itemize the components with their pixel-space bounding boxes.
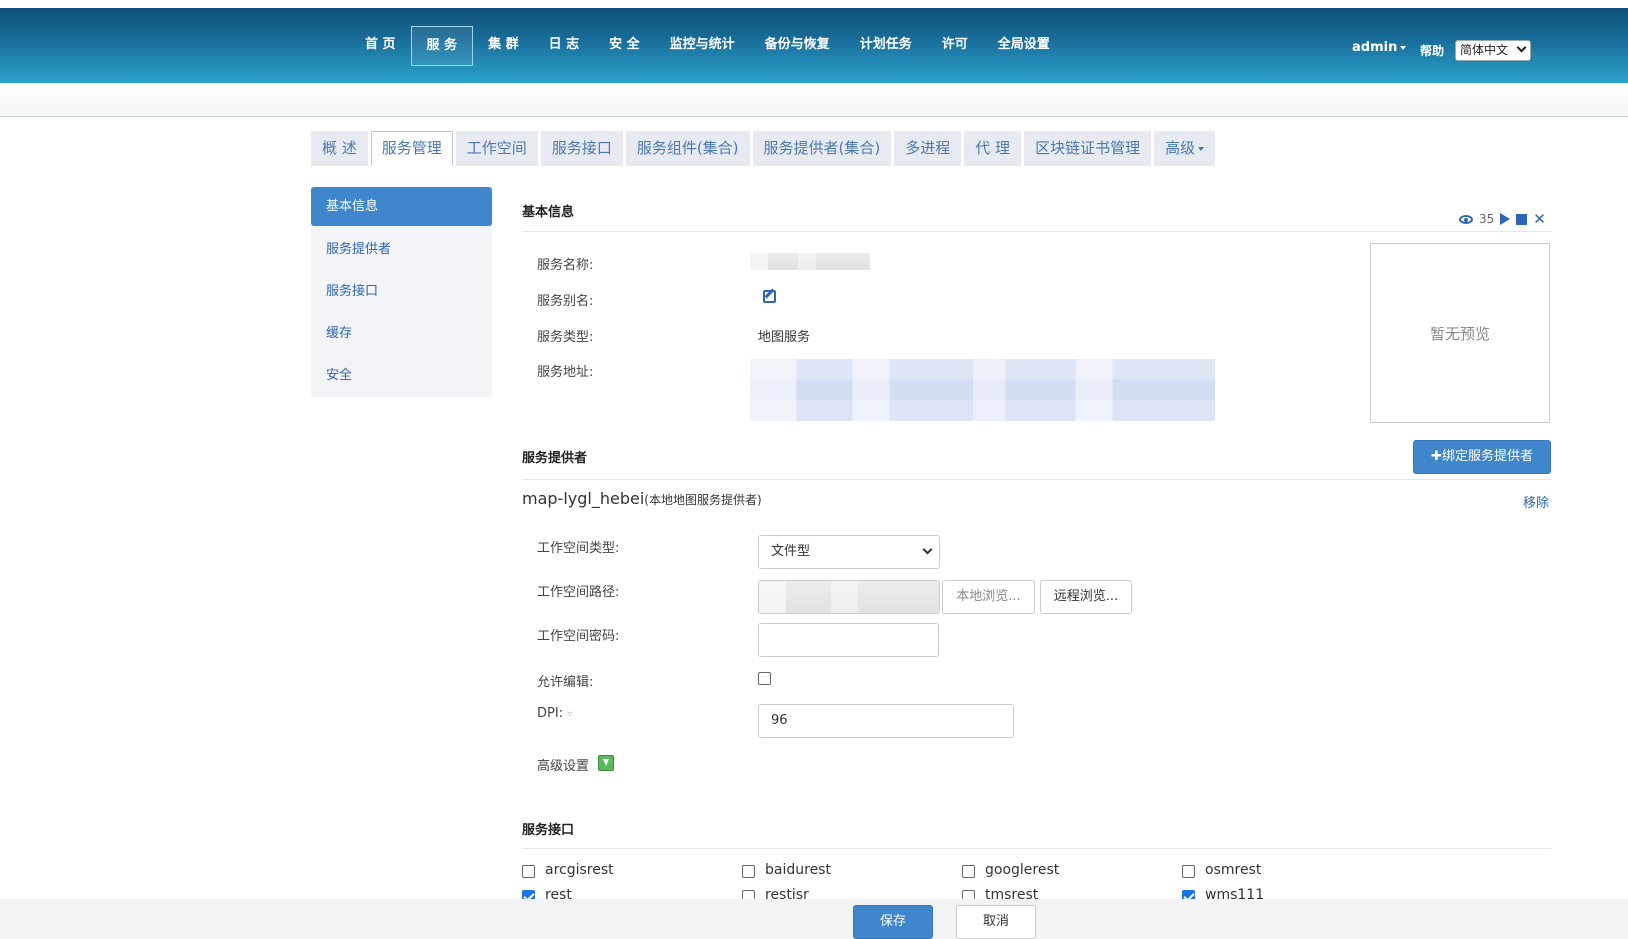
caret-down-icon xyxy=(1400,45,1407,50)
allow-edit-label: 允许编辑: xyxy=(537,675,594,690)
basic-info-title: 基本信息 xyxy=(522,205,575,220)
nav-monitoring[interactable]: 监控与统计 xyxy=(655,26,750,66)
interface-checkbox-osmrest[interactable] xyxy=(1182,865,1195,878)
workspace-path-value xyxy=(759,581,939,613)
workspace-password-label: 工作空间密码: xyxy=(537,629,620,644)
nav-cluster[interactable]: 集 群 xyxy=(473,26,534,66)
service-type-label: 服务类型: xyxy=(537,330,594,345)
workspace-type-value: 文件型 xyxy=(771,544,811,559)
tab-service-components[interactable]: 服务组件(集合) xyxy=(625,131,750,166)
user-menu[interactable]: admin xyxy=(1352,40,1407,55)
dpi-dropdown-icon[interactable]: ▿ xyxy=(567,709,572,720)
allow-edit-checkbox[interactable] xyxy=(758,672,771,685)
provider-title: 服务提供者 xyxy=(522,451,588,466)
sidebar: 基本信息 服务提供者 服务接口 缓存 安全 xyxy=(311,187,492,397)
tab-advanced-label: 高级 xyxy=(1165,139,1196,157)
dpi-label-text: DPI: xyxy=(537,706,564,721)
stop-icon[interactable] xyxy=(1516,213,1528,225)
tab-blockchain-certs[interactable]: 区块链证书管理 xyxy=(1024,131,1152,166)
nav-global-settings[interactable]: 全局设置 xyxy=(983,26,1065,66)
workspace-password-input[interactable] xyxy=(758,623,939,657)
workspace-path-label: 工作空间路径: xyxy=(537,585,620,600)
top-strip xyxy=(0,0,1628,8)
chevron-down-icon xyxy=(922,544,933,555)
tab-multi-process[interactable]: 多进程 xyxy=(894,131,962,166)
nav-backup[interactable]: 备份与恢复 xyxy=(750,26,845,66)
tab-workspace[interactable]: 工作空间 xyxy=(455,131,538,166)
nav-logs[interactable]: 日 志 xyxy=(534,26,595,66)
nav-scheduled-tasks[interactable]: 计划任务 xyxy=(845,26,927,66)
provider-name: map-lygl_hebei xyxy=(522,489,645,508)
local-browse-button[interactable]: 本地浏览... xyxy=(942,580,1035,614)
close-icon[interactable]: ✕ xyxy=(1533,212,1546,227)
tab-overview[interactable]: 概 述 xyxy=(311,131,368,166)
interface-checkbox-baidurest[interactable] xyxy=(742,865,755,878)
caret-down-icon xyxy=(1198,146,1205,151)
advanced-settings-label[interactable]: 高级设置 xyxy=(537,755,589,774)
preview-empty-text: 暂无预览 xyxy=(1429,324,1490,343)
workspace-type-label: 工作空间类型: xyxy=(537,541,620,556)
service-address-label: 服务地址: xyxy=(537,365,594,380)
service-type-value: 地图服务 xyxy=(758,330,811,345)
chevron-down-icon xyxy=(1516,42,1527,53)
divider xyxy=(522,848,1551,849)
tab-service-management[interactable]: 服务管理 xyxy=(370,131,453,166)
cancel-button[interactable]: 取消 xyxy=(956,905,1036,939)
service-alias-label: 服务别名: xyxy=(537,294,594,309)
sidebar-item-interfaces[interactable]: 服务接口 xyxy=(311,271,492,313)
sidebar-item-cache[interactable]: 缓存 xyxy=(311,313,492,355)
dpi-label: DPI: ▿ xyxy=(537,706,572,721)
map-preview: 暂无预览 xyxy=(1370,243,1550,423)
provider-name-row: map-lygl_hebei(本地地图服务提供者) xyxy=(522,489,762,508)
footer-bar xyxy=(0,899,1628,939)
workspace-path-input[interactable] xyxy=(758,580,940,614)
provider-kind: (本地地图服务提供者) xyxy=(644,493,762,507)
remove-provider-link[interactable]: 移除 xyxy=(1523,492,1549,511)
language-value: 简体中文 xyxy=(1460,43,1509,57)
nav-license[interactable]: 许可 xyxy=(927,26,983,66)
eye-icon xyxy=(1459,214,1473,224)
main-nav: 首 页 服 务 集 群 日 志 安 全 监控与统计 备份与恢复 计划任务 许可 … xyxy=(350,26,1065,66)
edit-icon[interactable] xyxy=(763,290,776,303)
sidebar-item-basic-info[interactable]: 基本信息 xyxy=(311,187,492,226)
divider xyxy=(522,479,1551,480)
language-select[interactable]: 简体中文 xyxy=(1455,40,1531,61)
interface-checkbox-googlerest[interactable] xyxy=(962,865,975,878)
sidebar-item-security[interactable]: 安全 xyxy=(311,355,492,397)
interfaces-title: 服务接口 xyxy=(522,823,575,838)
interface-checkbox-arcgisrest[interactable] xyxy=(522,865,535,878)
download-icon[interactable] xyxy=(598,755,614,771)
nav-services[interactable]: 服 务 xyxy=(410,26,474,66)
header-bar: 首 页 服 务 集 群 日 志 安 全 监控与统计 备份与恢复 计划任务 许可 … xyxy=(0,8,1628,83)
user-name: admin xyxy=(1352,40,1398,55)
service-name-value xyxy=(750,253,870,270)
nav-security[interactable]: 安 全 xyxy=(594,26,655,66)
service-address-value[interactable] xyxy=(750,359,1215,421)
view-count: 35 xyxy=(1479,212,1495,226)
interface-label-baidurest: baidurest xyxy=(765,862,831,878)
tab-advanced[interactable]: 高级 xyxy=(1154,131,1216,166)
service-name-label: 服务名称: xyxy=(537,258,594,273)
service-tabs: 概 述 服务管理 工作空间 服务接口 服务组件(集合) 服务提供者(集合) 多进… xyxy=(311,131,1218,166)
dpi-input[interactable]: 96 xyxy=(758,704,1014,738)
play-icon[interactable] xyxy=(1500,213,1511,225)
remote-browse-button[interactable]: 远程浏览... xyxy=(1040,580,1132,614)
service-toolbar: 35 ✕ xyxy=(1459,212,1546,227)
interface-label-osmrest: osmrest xyxy=(1205,862,1262,878)
tab-proxy[interactable]: 代 理 xyxy=(964,131,1022,166)
sidebar-item-providers[interactable]: 服务提供者 xyxy=(311,229,492,271)
help-link[interactable]: 帮助 xyxy=(1420,42,1444,59)
interface-label-googlerest: googlerest xyxy=(985,862,1060,878)
save-button[interactable]: 保存 xyxy=(853,905,933,939)
interface-label-arcgisrest: arcgisrest xyxy=(545,862,614,878)
tab-service-providers[interactable]: 服务提供者(集合) xyxy=(752,131,892,166)
nav-home[interactable]: 首 页 xyxy=(350,26,411,66)
sub-toolbar xyxy=(0,83,1628,117)
divider xyxy=(522,231,1551,232)
tab-service-interface[interactable]: 服务接口 xyxy=(540,131,623,166)
bind-provider-button[interactable]: ✚绑定服务提供者 xyxy=(1413,440,1551,474)
workspace-type-select[interactable]: 文件型 xyxy=(758,535,940,569)
